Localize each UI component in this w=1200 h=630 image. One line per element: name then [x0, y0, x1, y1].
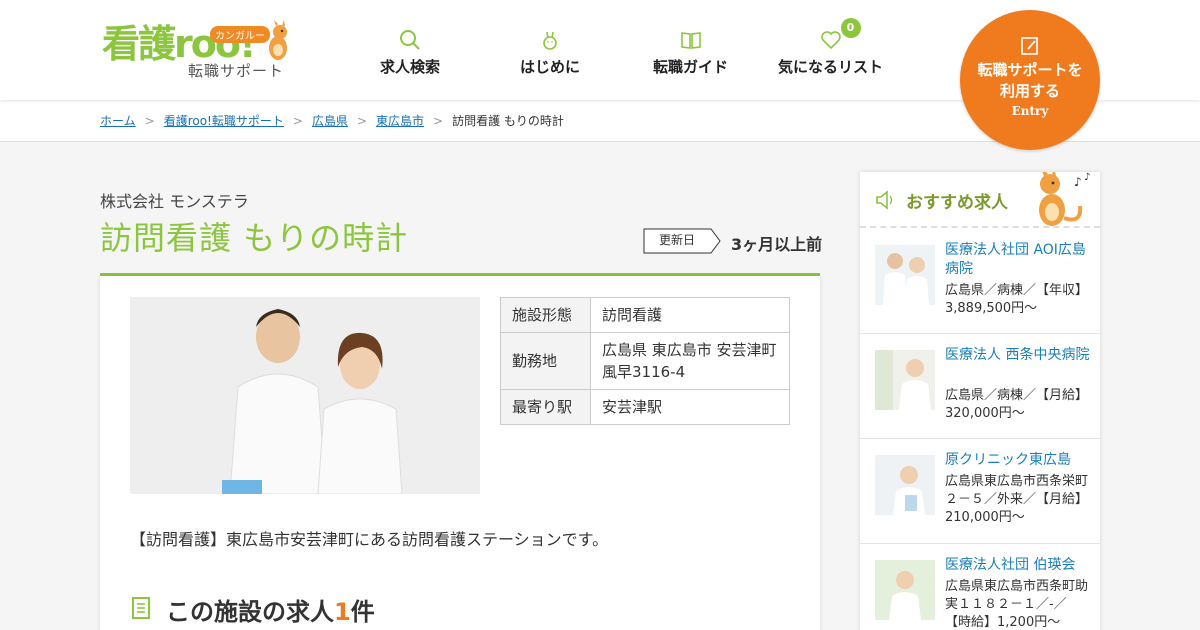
- breadcrumb-home[interactable]: ホーム: [100, 114, 136, 128]
- job-detail: 広島県／病棟／【月給】320,000円〜: [945, 388, 1089, 421]
- nav-label: 気になるリスト: [778, 58, 884, 76]
- favorites-count-badge: 0: [840, 18, 861, 38]
- facility-card: 施設形態 訪問看護 勤務地 広島県 東広島市 安芸津町風早3116-4 最寄り駅…: [100, 276, 820, 630]
- info-value: 安芸津駅: [590, 389, 790, 425]
- job-name[interactable]: 医療法人社団 AOI広島病院: [945, 241, 1090, 279]
- sidebar-title: おすすめ求人: [906, 193, 1008, 213]
- updated-value: 3ヶ月以上前: [731, 235, 823, 254]
- info-key: 施設形態: [500, 297, 591, 333]
- document-icon: [132, 597, 150, 619]
- job-name[interactable]: 医療法人社団 伯瑛会: [945, 556, 1090, 575]
- kangaroo-icon: [543, 31, 557, 50]
- breadcrumb-separator: >: [292, 114, 303, 128]
- job-name[interactable]: 原クリニック東広島: [945, 451, 1090, 470]
- page-title: 訪問看護 もりの時計: [100, 219, 409, 257]
- jobs-suffix: 件: [350, 598, 375, 626]
- svg-text:♪: ♪: [1074, 175, 1082, 189]
- heart-icon: [820, 31, 841, 50]
- job-thumbnail: [875, 245, 935, 305]
- breadcrumb-current: 訪問看護 もりの時計: [452, 114, 564, 128]
- site-logo[interactable]: 看護roo! カンガルー 転職サポート: [100, 20, 295, 82]
- nav-job-search[interactable]: 求人検索: [380, 28, 440, 77]
- recommended-jobs-sidebar: おすすめ求人 ♪ ♪ 医療法人社団 AOI広島病院 広島県／病棟／【年収】3,8…: [860, 172, 1100, 630]
- breadcrumb-separator: >: [144, 114, 155, 128]
- breadcrumb-prefecture[interactable]: 広島県: [312, 114, 348, 128]
- svg-text:♪: ♪: [1084, 172, 1090, 183]
- updated-label: 更新日: [658, 233, 695, 247]
- book-icon: [680, 32, 701, 49]
- edit-icon: [1021, 37, 1038, 55]
- breadcrumb-service[interactable]: 看護roo!転職サポート: [164, 114, 284, 128]
- job-name[interactable]: 医療法人 西条中央病院: [945, 346, 1090, 365]
- breadcrumb-separator: >: [433, 114, 444, 128]
- info-value: 広島県 東広島市 安芸津町風早3116-4: [590, 332, 790, 390]
- job-thumbnail: [875, 455, 935, 515]
- updated-tag: 更新日: [643, 228, 721, 254]
- recommended-job-item[interactable]: 医療法人社団 伯瑛会 広島県東広島市西条町助実１１８２－１／-／【時給】1,20…: [860, 544, 1100, 630]
- breadcrumb-city[interactable]: 東広島市: [376, 114, 424, 128]
- search-icon: [400, 30, 420, 50]
- job-detail: 広島県東広島市西条町助実１１８２－１／-／【時給】1,200円〜: [945, 579, 1089, 630]
- entry-button[interactable]: 転職サポートを 利用する Entry: [960, 10, 1100, 150]
- facility-photo: [130, 297, 480, 494]
- info-row: 最寄り駅 安芸津駅: [500, 389, 790, 425]
- jobs-heading: この施設の求人1件: [166, 592, 375, 627]
- job-detail: 広島県／病棟／【年収】3,889,500円〜: [945, 283, 1089, 316]
- entry-en: Entry: [1011, 104, 1049, 118]
- kangaroo-mascot-icon: ♪ ♪: [1039, 172, 1090, 226]
- company-name: 株式会社 モンステラ: [100, 192, 249, 211]
- job-thumbnail: [875, 350, 935, 410]
- jobs-count: 1: [334, 598, 351, 626]
- nav-label: 求人検索: [380, 58, 441, 76]
- sidebar-header: おすすめ求人 ♪ ♪: [860, 172, 1100, 228]
- entry-line1: 転職サポートを: [977, 61, 1083, 79]
- nav-intro[interactable]: はじめに: [520, 28, 580, 77]
- nav-guide[interactable]: 転職ガイド: [653, 28, 728, 77]
- info-key: 最寄り駅: [500, 389, 591, 425]
- recommended-job-item[interactable]: 医療法人社団 AOI広島病院 広島県／病棟／【年収】3,889,500円〜: [860, 229, 1100, 334]
- entry-line2: 利用する: [999, 82, 1060, 100]
- facility-description: 【訪問看護】東広島市安芸津町にある訪問看護ステーションです。: [130, 530, 609, 549]
- nav-favorites[interactable]: 0 気になるリスト: [778, 18, 884, 77]
- info-row: 勤務地 広島県 東広島市 安芸津町風早3116-4: [500, 332, 790, 390]
- nav-label: はじめに: [520, 58, 581, 76]
- recommended-job-item[interactable]: 原クリニック東広島 広島県東広島市西条栄町２－５／外来／【月給】210,000円…: [860, 439, 1100, 544]
- info-value: 訪問看護: [590, 297, 790, 333]
- nurses-photo-icon: [130, 297, 480, 494]
- nav-label: 転職ガイド: [653, 58, 729, 76]
- breadcrumb: ホーム > 看護roo!転職サポート > 広島県 > 東広島市 > 訪問看護 もりの時計: [100, 112, 564, 129]
- job-detail: 広島県東広島市西条栄町２－５／外来／【月給】210,000円〜: [945, 474, 1089, 525]
- info-key: 勤務地: [500, 332, 591, 390]
- speaker-icon: [876, 190, 893, 210]
- job-thumbnail: [875, 560, 935, 620]
- facility-info-table: 施設形態 訪問看護 勤務地 広島県 東広島市 安芸津町風早3116-4 最寄り駅…: [500, 297, 790, 425]
- info-row: 施設形態 訪問看護: [500, 297, 790, 333]
- breadcrumb-separator: >: [356, 114, 368, 128]
- kangaroo-mascot-icon: [269, 20, 287, 60]
- jobs-prefix: この施設の求人: [166, 598, 334, 626]
- recommended-job-item[interactable]: 医療法人 西条中央病院 広島県／病棟／【月給】320,000円〜: [860, 334, 1100, 439]
